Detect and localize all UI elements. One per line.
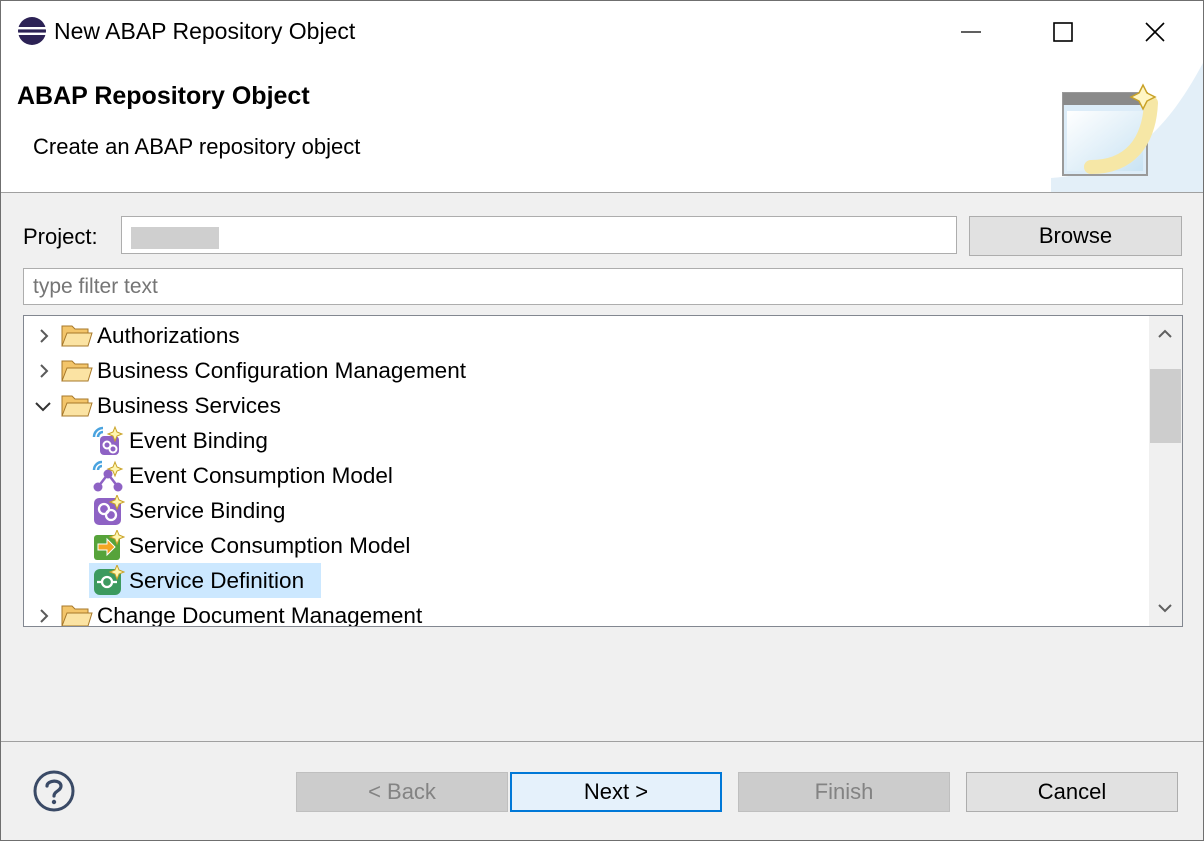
wizard-description: Create an ABAP repository object: [33, 134, 361, 159]
cancel-button[interactable]: Cancel: [966, 772, 1178, 812]
chevron-right-icon[interactable]: [35, 607, 53, 625]
service-binding-icon: [94, 495, 125, 525]
minimize-button[interactable]: [925, 1, 1017, 63]
tree-item-event-binding[interactable]: Event Binding: [24, 423, 1149, 458]
tree-vertical-scrollbar[interactable]: [1149, 316, 1182, 626]
maximize-button[interactable]: [1017, 1, 1109, 63]
next-button[interactable]: Next >: [510, 772, 722, 812]
tree-item-change-document-management[interactable]: Change Document Management: [24, 598, 1149, 627]
folder-icon: [61, 605, 93, 626]
tree-item-service-binding[interactable]: Service Binding: [24, 493, 1149, 528]
footer-separator: [1, 741, 1203, 742]
tree-item-service-consumption-model[interactable]: Service Consumption Model: [24, 528, 1149, 563]
project-label: Project:: [23, 224, 98, 249]
tree-item-label: Service Binding: [129, 497, 286, 523]
folder-icon: [61, 325, 93, 347]
service-consumption-model-icon: [94, 530, 125, 560]
tree-item-label: Event Consumption Model: [129, 462, 393, 488]
repository-object-tree[interactable]: Authorizations Business Configuration Ma…: [23, 315, 1183, 627]
tree-item-label: Business Configuration Management: [97, 357, 466, 383]
tree-item-service-definition[interactable]: Service Definition: [24, 563, 1149, 598]
wizard-header: ABAP Repository Object Create an ABAP re…: [1, 63, 1203, 193]
wizard-banner-icon: [1051, 63, 1203, 192]
folder-icon: [61, 360, 93, 382]
help-icon[interactable]: [32, 769, 76, 813]
open-folder-icon: [61, 395, 93, 417]
wizard-title: ABAP Repository Object: [17, 82, 310, 110]
service-definition-icon: [94, 565, 125, 595]
tree-item-label: Event Binding: [129, 427, 268, 453]
chevron-down-icon[interactable]: [34, 397, 52, 415]
event-binding-icon: [92, 425, 124, 455]
back-button[interactable]: < Back: [296, 772, 508, 812]
minimize-icon: [961, 31, 981, 33]
tree-item-business-configuration-management[interactable]: Business Configuration Management: [24, 353, 1149, 388]
tree-item-label: Change Document Management: [97, 602, 423, 627]
tree-item-business-services[interactable]: Business Services: [24, 388, 1149, 423]
window-title: New ABAP Repository Object: [54, 18, 356, 44]
close-icon: [1145, 22, 1165, 42]
scrollbar-thumb[interactable]: [1150, 369, 1181, 443]
tree-item-label: Service Consumption Model: [129, 532, 411, 558]
project-value-redacted: [131, 227, 219, 249]
scroll-down-icon[interactable]: [1158, 602, 1172, 614]
filter-input[interactable]: [23, 268, 1183, 305]
finish-button[interactable]: Finish: [738, 772, 950, 812]
tree-item-authorizations[interactable]: Authorizations: [24, 318, 1149, 353]
maximize-icon: [1053, 22, 1073, 42]
project-field[interactable]: [121, 216, 957, 254]
new-abap-repository-object-dialog: New ABAP Repository Object ABAP Reposito…: [0, 0, 1204, 841]
chevron-right-icon[interactable]: [35, 327, 53, 345]
browse-button[interactable]: Browse: [969, 216, 1182, 256]
tree-item-label: Business Services: [97, 392, 281, 418]
tree-item-label: Service Definition: [129, 567, 305, 593]
scroll-up-icon[interactable]: [1158, 328, 1172, 340]
eclipse-icon: [18, 17, 46, 45]
event-consumption-model-icon: [92, 460, 124, 492]
title-bar: New ABAP Repository Object: [1, 1, 1203, 63]
close-button[interactable]: [1109, 1, 1201, 63]
tree-item-event-consumption-model[interactable]: Event Consumption Model: [24, 458, 1149, 493]
tree-item-label: Authorizations: [97, 322, 240, 348]
chevron-right-icon[interactable]: [35, 362, 53, 380]
